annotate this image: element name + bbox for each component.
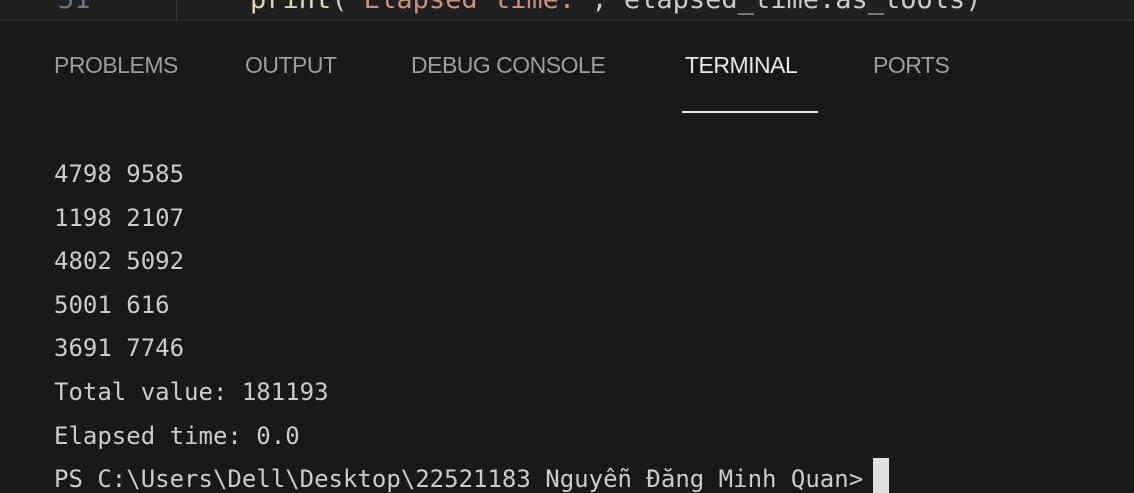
gutter-separator [176, 0, 177, 20]
terminal-line: Total value: 181193 [54, 378, 329, 406]
terminal-output[interactable]: 4798 9585 1198 2107 4802 5092 5001 616 3… [0, 150, 1134, 493]
terminal-line: 3691 7746 [54, 334, 185, 362]
tab-output[interactable]: OUTPUT [245, 52, 337, 79]
terminal-line: 5001 616 [54, 291, 170, 319]
vscode-window: 51 print("Elapsed time:", elapsed_time.a… [0, 0, 1134, 493]
code-paren: ( [331, 0, 347, 15]
terminal-prompt-line[interactable]: PS C:\Users\Dell\Desktop\22521183 Nguyễn… [54, 458, 890, 493]
terminal-line: 4798 9585 [54, 160, 185, 188]
line-number: 51 [58, 0, 91, 15]
code-text: print("Elapsed time:", elapsed_time.as_t… [250, 0, 982, 15]
active-tab-indicator [682, 111, 818, 113]
terminal-prompt: PS C:\Users\Dell\Desktop\22521183 Nguyễn… [54, 465, 864, 493]
terminal-line: 4802 5092 [54, 247, 185, 275]
terminal-line: 1198 2107 [54, 204, 185, 232]
code-function: print [250, 0, 331, 15]
tab-ports[interactable]: PORTS [873, 52, 950, 79]
tab-problems[interactable]: PROBLEMS [54, 52, 178, 79]
code-args: , elapsed_time.as_tools) [591, 0, 981, 15]
code-line[interactable]: 51 print("Elapsed time:", elapsed_time.a… [0, 0, 1134, 20]
editor-area[interactable]: 51 print("Elapsed time:", elapsed_time.a… [0, 0, 1134, 20]
tab-debug-console[interactable]: DEBUG CONSOLE [411, 52, 606, 79]
code-string: "Elapsed time:" [348, 0, 592, 15]
panel-tab-bar: PROBLEMS OUTPUT DEBUG CONSOLE TERMINAL P… [0, 20, 1134, 113]
tab-terminal[interactable]: TERMINAL [685, 52, 798, 79]
terminal-cursor [873, 458, 890, 493]
terminal-line: Elapsed time: 0.0 [54, 422, 300, 450]
